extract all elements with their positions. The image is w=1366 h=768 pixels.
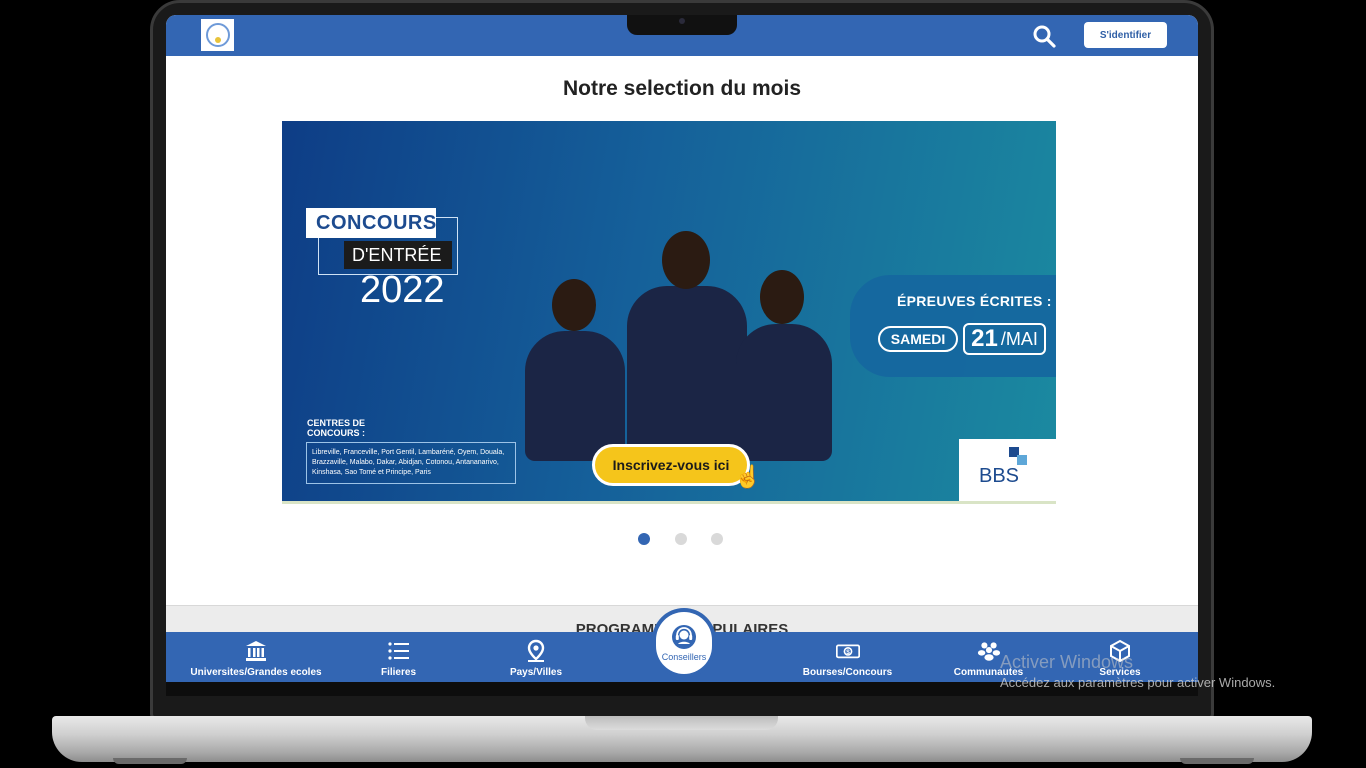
banner-entree: D'ENTRÉE <box>344 241 452 269</box>
camera-notch <box>627 15 737 35</box>
nav-label: Universites/Grandes ecoles <box>190 667 322 678</box>
nav-label: Pays/Villes <box>509 667 563 678</box>
university-icon <box>244 639 268 663</box>
site-logo[interactable] <box>201 19 234 51</box>
activation-title: Activer Windows <box>1000 652 1134 672</box>
windows-activation-watermark: Activer Windows Accédez aux paramètres p… <box>1000 652 1275 690</box>
banner-centres-title: CENTRES DE CONCOURS : <box>307 418 366 438</box>
money-icon: $ <box>835 639 860 663</box>
nav-label: Bourses/Concours <box>802 667 893 678</box>
date-day: 21 <box>971 325 998 352</box>
conseillers-label: Conseillers <box>661 652 707 662</box>
nav-bourses-concours[interactable]: $ Bourses/Concours <box>796 632 899 682</box>
carousel-dot-1[interactable] <box>638 533 650 545</box>
banner-centres-list: Libreville, Franceville, Port Gentil, La… <box>306 442 516 484</box>
epreuves-label: ÉPREUVES ÉCRITES : <box>897 293 1052 309</box>
carousel-dot-2[interactable] <box>675 533 687 545</box>
headset-icon <box>672 625 696 649</box>
bbs-logo-text: BBS <box>979 465 1020 487</box>
banner-year: 2022 <box>360 269 445 311</box>
page-title: Notre selection du mois <box>562 77 802 100</box>
nav-filieres[interactable]: Filieres <box>361 632 436 682</box>
conseillers-button[interactable]: Conseillers <box>656 612 712 674</box>
laptop-base-notch <box>585 716 778 730</box>
carousel-banner[interactable]: CONCOURS D'ENTRÉE 2022 CENTRES DE CONCOU… <box>282 121 1056 504</box>
date-month: /MAI <box>1000 328 1038 349</box>
nav-pays-villes[interactable]: Pays/Villes <box>496 632 576 682</box>
nav-universites[interactable]: Universites/Grandes ecoles <box>186 632 326 682</box>
users-icon <box>977 639 1001 663</box>
bbs-logo: BBS <box>959 439 1056 501</box>
register-cta-button[interactable]: Inscrivez-vous ici <box>592 444 750 486</box>
login-button[interactable]: S'identifier <box>1084 22 1167 48</box>
laptop-foot-right <box>1180 758 1254 764</box>
samedi-pill: SAMEDI <box>878 326 958 352</box>
camera-icon <box>679 18 685 24</box>
activation-subtitle: Accédez aux paramètres pour activer Wind… <box>1000 675 1276 690</box>
pointer-hand-icon: ☝ <box>734 464 762 489</box>
carousel-dot-3[interactable] <box>711 533 723 545</box>
date-pill: 21 /MAI <box>963 323 1046 355</box>
list-icon <box>387 639 411 663</box>
laurel-logo-icon <box>205 23 230 47</box>
laptop-foot-left <box>113 758 187 764</box>
bbs-logo-mark <box>1017 455 1027 465</box>
map-pin-icon <box>524 639 548 663</box>
banner-concours: CONCOURS <box>306 208 436 238</box>
svg-text:$: $ <box>846 649 850 656</box>
screen: S'identifier Notre selection du mois CON… <box>166 15 1198 682</box>
search-button[interactable] <box>1032 24 1056 48</box>
nav-label: Filieres <box>380 667 417 678</box>
search-icon <box>1033 25 1056 48</box>
